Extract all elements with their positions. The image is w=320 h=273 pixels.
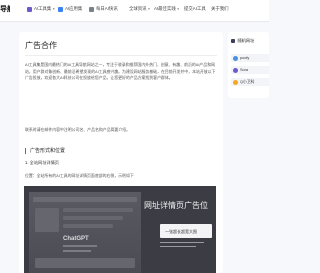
sub-heading: 1. 全站网址详情页 bbox=[25, 160, 59, 165]
grid-icon bbox=[27, 6, 32, 12]
random-site-item[interactable]: Q小卫科 bbox=[231, 78, 269, 86]
nav-item-global-news[interactable]: 全球资讯 ▾ bbox=[129, 6, 150, 12]
section-heading: 广告形式和位置 bbox=[25, 148, 65, 154]
mock-content-block bbox=[35, 258, 135, 268]
chevron-down-icon: ▾ bbox=[148, 7, 150, 11]
mock-text-line bbox=[160, 242, 204, 243]
article-card: 广告合作 AI工具集是国内最热门的AI工具导航网站之一，专注于收录和推荐国内外热… bbox=[19, 32, 223, 273]
mock-page-preview: ChatGPT bbox=[29, 192, 141, 273]
panel-heading: 随机网址 bbox=[231, 38, 254, 44]
page-title: 广告合作 bbox=[25, 41, 57, 50]
divider bbox=[25, 55, 217, 56]
nav-label: AI工具集 bbox=[34, 6, 52, 11]
nav-label: 关于我们 bbox=[211, 6, 229, 11]
site-name: Sora bbox=[240, 68, 249, 72]
site-logo-icon bbox=[233, 55, 238, 61]
mock-text-line bbox=[63, 250, 91, 252]
mock-app-icon bbox=[35, 208, 59, 232]
news-icon bbox=[89, 6, 94, 12]
mock-text-line bbox=[63, 224, 113, 228]
mock-text-line bbox=[63, 245, 97, 247]
random-site-item[interactable]: poofy bbox=[231, 54, 269, 62]
random-site-item[interactable]: Sora bbox=[231, 66, 269, 74]
site-name: Q小卫科 bbox=[240, 79, 255, 84]
ad-slot-box: 一张超长超宽大图 bbox=[160, 224, 212, 238]
site-logo[interactable]: 导航 bbox=[0, 4, 10, 14]
top-navigation: 导航 AI工具集 ▾ AI应用集 每日AI快讯 全球资讯 ▾ AI最佳实践 ▾ … bbox=[0, 0, 269, 22]
apps-icon bbox=[58, 6, 63, 12]
nav-label: AI最佳实践 bbox=[154, 6, 176, 11]
nav-item-ai-apps[interactable]: AI应用集 bbox=[58, 6, 82, 12]
nav-item-ai-tools[interactable]: AI工具集 ▾ bbox=[27, 6, 55, 12]
nav-label: 每日AI快讯 bbox=[96, 6, 118, 11]
nav-item-best-practices[interactable]: AI最佳实践 ▾ bbox=[154, 6, 179, 12]
site-name: poofy bbox=[240, 56, 250, 60]
contact-paragraph: 联系时请在邮件内容中注明公司名、产品名和产品简要介绍。 bbox=[25, 127, 131, 132]
nav-item-daily-news[interactable]: 每日AI快讯 bbox=[89, 6, 118, 12]
ad-example-image: ChatGPT 网址详情页广告位 一张超长超宽大图 bbox=[24, 186, 216, 273]
nav-label: 提交AI工具 bbox=[184, 6, 206, 11]
ad-slot-label: 一张超长超宽大图 bbox=[165, 228, 197, 234]
mock-text-line bbox=[63, 216, 123, 220]
chevron-down-icon: ▾ bbox=[177, 7, 179, 11]
site-logo-icon bbox=[233, 79, 238, 85]
intro-paragraph: AI工具集是国内最热门的AI工具导航网站之一，专注于收录和推荐国内外热门、创意、… bbox=[25, 62, 216, 81]
random-sites-panel: 随机网址 poofy Sora Q小卫科 bbox=[228, 32, 269, 98]
nav-item-submit-tool[interactable]: 提交AI工具 bbox=[184, 6, 206, 12]
nav-label: 全球资讯 bbox=[129, 6, 147, 11]
nav-label: AI应用集 bbox=[65, 6, 83, 11]
mock-nav-bar bbox=[33, 197, 137, 202]
mock-app-name: ChatGPT bbox=[63, 236, 89, 242]
nav-item-about[interactable]: 关于我们 bbox=[211, 6, 229, 12]
mock-text-line bbox=[63, 208, 133, 212]
banner-title: 网址详情页广告位 bbox=[144, 201, 208, 210]
site-logo-icon bbox=[233, 67, 238, 73]
position-description: 位置：全站所有的AI工具的网址详情页面底部的右侧，示例如下 bbox=[25, 173, 134, 178]
panel-heading-label: 随机网址 bbox=[237, 38, 255, 43]
chevron-down-icon: ▾ bbox=[52, 7, 55, 11]
random-icon bbox=[231, 39, 235, 43]
mock-text-line bbox=[160, 246, 196, 247]
